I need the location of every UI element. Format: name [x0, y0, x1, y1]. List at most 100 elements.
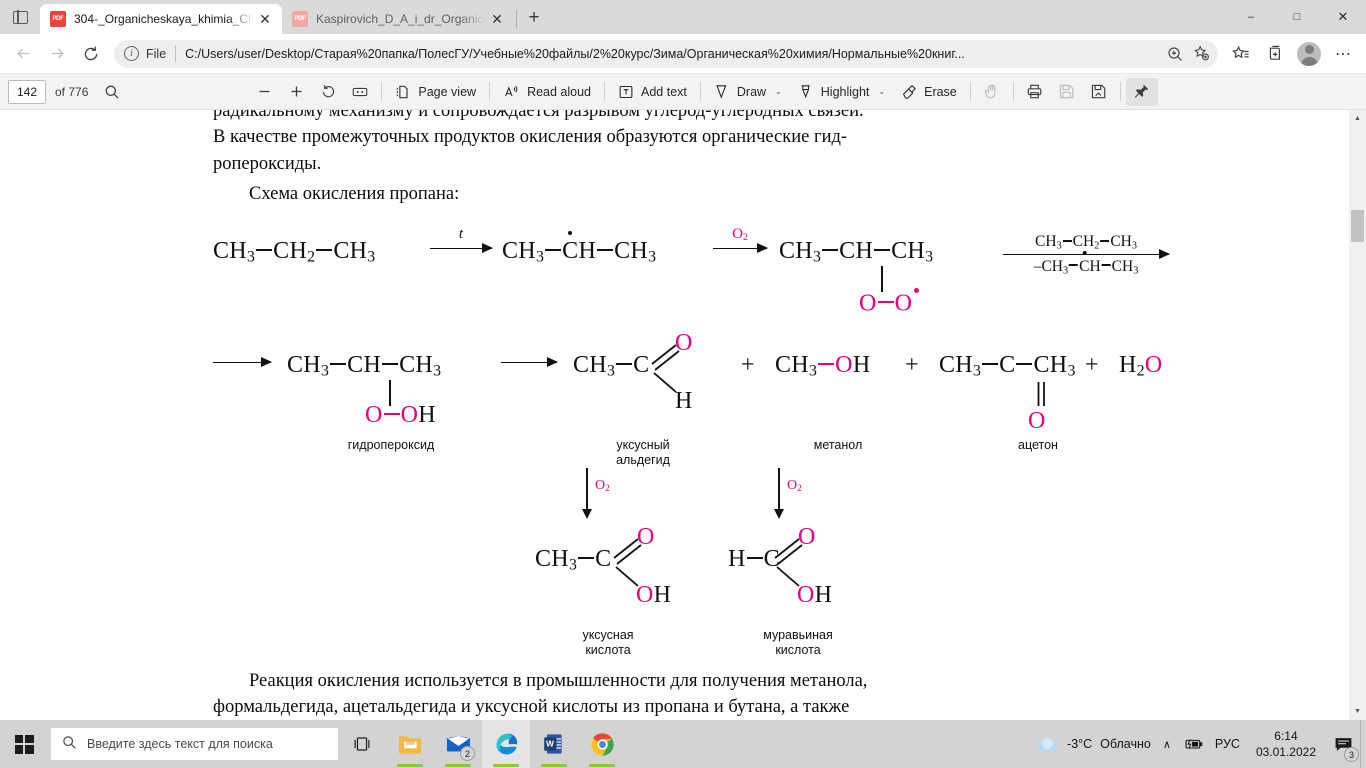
- save-icon[interactable]: [1051, 78, 1083, 106]
- task-view-button[interactable]: [338, 720, 386, 768]
- group-o-o-radical: OO: [859, 287, 920, 317]
- word-button[interactable]: W: [530, 720, 578, 768]
- paragraph-bottom: Реакция окисления используется в промышл…: [213, 668, 1153, 721]
- highlight-button[interactable]: Highlight ⌄: [790, 78, 893, 106]
- arrow-label-o2: O2: [732, 226, 748, 244]
- forward-button[interactable]: [40, 37, 74, 71]
- arrow-head: [482, 243, 493, 254]
- window-close-button[interactable]: ✕: [1320, 0, 1366, 34]
- battery-icon[interactable]: [1177, 720, 1209, 768]
- chevron-down-icon[interactable]: ⌄: [775, 87, 782, 96]
- sidebar-toggle-button[interactable]: [0, 0, 40, 34]
- save-as-icon[interactable]: [1083, 78, 1115, 106]
- pdf-viewer-area[interactable]: радикальному механизму и сопровождается …: [0, 110, 1366, 720]
- maximize-button[interactable]: □: [1274, 0, 1320, 34]
- file-explorer-button[interactable]: [386, 720, 434, 768]
- windows-logo-icon: [14, 734, 34, 754]
- label-formic-acid-line1: муравьиная: [763, 627, 833, 642]
- pdf-page-content: радикальному механизму и сопровождается …: [213, 110, 1170, 721]
- favorites-button[interactable]: [1224, 37, 1258, 71]
- scroll-up-arrow[interactable]: ▲: [1349, 110, 1366, 127]
- chevron-down-icon[interactable]: ⌄: [878, 87, 885, 96]
- start-button[interactable]: [0, 720, 48, 768]
- rotate-icon[interactable]: [312, 78, 344, 106]
- toolbar-divider: [381, 82, 383, 101]
- page-number-input[interactable]: 142: [8, 79, 46, 104]
- group-oh-acetic: OH: [636, 581, 672, 608]
- toolbar-divider: [1119, 82, 1121, 101]
- eraser-icon: [902, 84, 917, 99]
- erase-button[interactable]: Erase: [893, 78, 965, 106]
- address-bar[interactable]: i File C:/Users/user/Desktop/Старая%20па…: [114, 39, 1218, 68]
- erase-label: Erase: [924, 84, 957, 99]
- browser-nav-bar: i File C:/Users/user/Desktop/Старая%20па…: [0, 34, 1366, 74]
- paragraph-line: ропероксиды.: [213, 153, 322, 174]
- label-acetic-acid-line1: уксусная: [582, 627, 634, 642]
- molecule-hydroperoxide: CH3 CH CH3: [287, 351, 442, 379]
- highlighter-icon: [801, 85, 810, 99]
- group-oh-formic: OH: [797, 581, 833, 608]
- profile-button[interactable]: [1292, 37, 1326, 71]
- back-button[interactable]: [6, 37, 40, 71]
- scroll-down-arrow[interactable]: ▼: [1349, 703, 1366, 720]
- pin-toolbar-icon[interactable]: [1125, 77, 1158, 106]
- battery-charging-icon: [1185, 739, 1203, 749]
- hand-tool-icon[interactable]: [976, 78, 1008, 106]
- atom-o-acetone: O: [1028, 407, 1046, 434]
- file-scheme-label: File: [146, 46, 167, 61]
- search-icon[interactable]: [96, 78, 128, 106]
- reload-button[interactable]: [74, 37, 108, 71]
- language-indicator[interactable]: РУС: [1209, 720, 1246, 768]
- fit-page-icon[interactable]: [344, 78, 376, 106]
- add-text-button[interactable]: Add text: [610, 78, 695, 106]
- address-bar-actions: [1162, 42, 1214, 66]
- o2-label-acetaldehyde: O2: [595, 477, 610, 493]
- weather-widget[interactable]: -3°C Облачно: [1031, 720, 1157, 768]
- vertical-scrollbar[interactable]: ▲ ▼: [1349, 110, 1366, 720]
- scheme-title-text: Схема окисления пропана:: [249, 184, 460, 204]
- reaction-arrow-continue: [213, 357, 272, 368]
- zoom-icon[interactable]: [1162, 42, 1188, 66]
- search-placeholder-text: Введите здесь текст для поиска: [87, 737, 273, 751]
- add-favorite-icon[interactable]: [1188, 42, 1214, 66]
- tab-close-icon[interactable]: ✕: [254, 8, 276, 30]
- radical-dot-icon: [914, 287, 920, 293]
- add-text-label: Add text: [641, 84, 687, 99]
- browser-tab-1[interactable]: PDF 304-_Organicheskaya_khimia_Ch ✕: [40, 4, 282, 34]
- pdf-favicon-icon: PDF: [50, 11, 66, 27]
- new-tab-button[interactable]: +: [519, 4, 549, 32]
- page-view-button[interactable]: Page view: [387, 78, 484, 106]
- zoom-in-button[interactable]: [280, 78, 312, 106]
- tab-divider: [516, 10, 517, 28]
- scrollbar-thumb[interactable]: [1351, 210, 1364, 242]
- show-desktop-button[interactable]: [1360, 720, 1366, 768]
- draw-button[interactable]: Draw ⌄: [706, 78, 790, 106]
- zoom-out-button[interactable]: [248, 78, 280, 106]
- radical-carbon: C: [562, 237, 579, 264]
- taskbar-search-input[interactable]: Введите здесь текст для поиска: [51, 728, 338, 760]
- folder-icon: [398, 735, 421, 754]
- print-icon[interactable]: [1019, 78, 1051, 106]
- edge-icon: [496, 733, 518, 755]
- atom-o-acetic: O: [637, 523, 655, 550]
- info-icon: i: [124, 46, 139, 61]
- draw-pen-icon: [716, 85, 727, 99]
- mail-button[interactable]: 2: [434, 720, 482, 768]
- clock-widget[interactable]: 6:14 03.01.2022: [1246, 720, 1326, 768]
- settings-more-button[interactable]: ⋯: [1326, 37, 1360, 71]
- read-aloud-button[interactable]: Read aloud: [495, 78, 599, 106]
- browser-tab-2[interactable]: PDF Kaspirovich_D_A_i_dr_Organiches ✕: [282, 4, 514, 34]
- pdf-toolbar: 142 of 776 Page view Read aloud Add text…: [0, 74, 1366, 110]
- notifications-button[interactable]: 3: [1326, 720, 1360, 768]
- tray-overflow-button[interactable]: ∧: [1157, 720, 1177, 768]
- highlight-label: Highlight: [820, 84, 870, 99]
- plus-sign-1: +: [741, 351, 755, 378]
- label-acetic-acid-line2: кислота: [585, 642, 631, 657]
- collections-button[interactable]: [1258, 37, 1292, 71]
- read-aloud-label: Read aloud: [527, 84, 592, 99]
- edge-button[interactable]: [482, 720, 530, 768]
- chrome-button[interactable]: [578, 720, 626, 768]
- group-o-oh: O OH: [365, 401, 436, 428]
- tab-close-icon[interactable]: ✕: [486, 8, 508, 30]
- minimize-button[interactable]: –: [1228, 0, 1274, 34]
